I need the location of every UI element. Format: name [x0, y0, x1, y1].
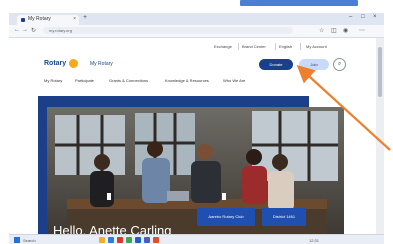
star-icon[interactable]: ☆: [319, 27, 324, 34]
heading-highlight: [240, 0, 358, 6]
new-tab-button[interactable]: +: [83, 14, 87, 21]
menu-my-rotary[interactable]: My Rotary: [44, 78, 62, 83]
cropped-header: [0, 0, 393, 13]
taskbar-search[interactable]: Search: [23, 238, 36, 243]
utility-exchange-link[interactable]: Exchange: [214, 44, 232, 49]
teams-icon[interactable]: [144, 237, 150, 243]
file-explorer-icon[interactable]: [99, 237, 105, 243]
reload-icon[interactable]: ↻: [31, 27, 36, 34]
taskbar: Search 12:31: [9, 234, 384, 244]
system-tray-time: 12:31: [309, 238, 320, 243]
district-badge[interactable]: District 1461: [262, 208, 306, 226]
extensions-icon[interactable]: ◫: [331, 27, 337, 34]
profile-icon[interactable]: ◉: [343, 27, 348, 34]
rotary-wheel-icon: [69, 59, 78, 68]
app-icon[interactable]: [135, 237, 141, 243]
more-icon[interactable]: ⋯: [359, 27, 365, 34]
club-badge[interactable]: Aarebo Rotary Club: [197, 208, 255, 226]
back-icon[interactable]: ←: [14, 27, 20, 33]
search-icon[interactable]: ⌕: [333, 58, 346, 71]
url-text: my.rotary.org: [49, 28, 72, 33]
browser-tab[interactable]: My Rotary ×: [17, 15, 79, 25]
browser-tabbar: My Rotary × + – □ ×: [9, 13, 384, 25]
utility-brand-center-link[interactable]: Brand Center: [242, 44, 266, 49]
menu-who-we-are[interactable]: Who We Are: [223, 78, 245, 83]
scroll-thumb[interactable]: [378, 47, 382, 97]
logo-subtitle: My Rotary: [90, 61, 113, 67]
donate-button[interactable]: Donate: [259, 59, 293, 70]
menu-grants[interactable]: Grants & Connections: [109, 78, 148, 83]
address-bar: ← → ↻ my.rotary.org ☆ ◫ ◉ ⋯: [9, 25, 384, 38]
url-field[interactable]: my.rotary.org: [43, 27, 293, 34]
windows-start-icon[interactable]: [14, 237, 20, 243]
minimize-button[interactable]: –: [349, 14, 352, 20]
close-window-button[interactable]: ×: [373, 14, 377, 20]
close-tab-icon[interactable]: ×: [73, 16, 76, 22]
join-button[interactable]: Join: [299, 59, 329, 70]
utility-divider: [300, 43, 301, 50]
forward-icon[interactable]: →: [22, 27, 28, 33]
tab-title: My Rotary: [28, 16, 51, 22]
utility-divider: [238, 43, 239, 50]
logo-wordmark: Rotary: [44, 60, 67, 67]
language-selector[interactable]: English: [279, 44, 292, 49]
account-menu[interactable]: My Account: [306, 44, 327, 49]
app-icon[interactable]: [153, 237, 159, 243]
utility-divider: [275, 43, 276, 50]
menu-participate[interactable]: Participate: [75, 78, 94, 83]
edge-icon[interactable]: [108, 237, 114, 243]
favicon-icon: [21, 18, 25, 22]
app-icon[interactable]: [126, 237, 132, 243]
app-icon[interactable]: [117, 237, 123, 243]
screenshot: My Rotary × + – □ × ← → ↻ my.rotary.org …: [9, 13, 384, 244]
maximize-button[interactable]: □: [361, 14, 365, 20]
menu-knowledge[interactable]: Knowledge & Resources: [165, 78, 209, 83]
